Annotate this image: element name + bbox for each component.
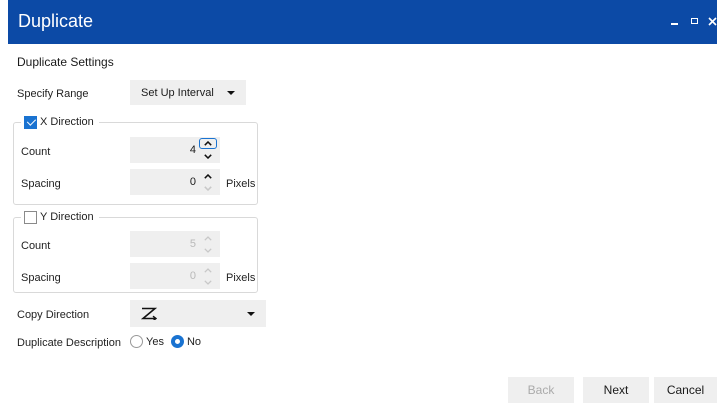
back-button[interactable]: Back [508,377,574,403]
chevron-down-icon [247,311,255,316]
chevron-up-icon[interactable] [201,171,215,181]
x-spacing-stepper[interactable]: 0 [130,169,220,195]
cancel-button[interactable]: Cancel [654,377,717,403]
x-count-stepper[interactable]: 4 [130,137,220,163]
chevron-up-icon[interactable] [201,265,215,275]
y-count-value: 5 [189,238,196,250]
chevron-up-icon[interactable] [201,233,215,243]
yes-radio[interactable] [130,335,143,348]
specify-range-label: Specify Range [17,88,89,100]
x-spacing-label: Spacing [21,178,61,190]
title-bar: Duplicate [8,0,717,44]
chevron-down-icon [227,90,235,95]
chevron-down-icon[interactable] [201,277,215,287]
duplicate-description-label: Duplicate Description [17,337,121,349]
y-direction-checkbox[interactable] [24,210,37,224]
maximize-icon[interactable] [688,14,700,28]
y-direction-label: Y Direction [40,211,94,223]
y-spacing-unit: Pixels [226,272,256,284]
x-direction-checkbox[interactable] [24,115,37,129]
y-direction-header: Y Direction [21,210,99,224]
copy-direction-label: Copy Direction [17,309,90,321]
chevron-down-icon[interactable] [201,183,215,193]
x-count-value: 4 [189,144,196,156]
next-button[interactable]: Next [583,377,649,403]
no-radio-label: No [186,335,202,348]
chevron-down-icon[interactable] [201,151,215,161]
chevron-down-icon[interactable] [201,245,215,255]
window-title: Duplicate [18,11,94,31]
z-pattern-icon [141,307,157,320]
y-spacing-value: 0 [189,270,196,282]
y-spacing-stepper[interactable]: 0 [130,263,220,289]
x-direction-header: X Direction [21,115,99,129]
x-count-label: Count [21,146,51,158]
yes-radio-label: Yes [146,335,164,348]
y-count-stepper[interactable]: 5 [130,231,220,257]
duplicate-description-options: Yes No [130,335,201,348]
y-spacing-label: Spacing [21,272,61,284]
copy-direction-dropdown[interactable] [130,300,266,327]
no-radio[interactable] [170,335,184,348]
chevron-up-icon[interactable] [199,138,217,149]
section-title: Duplicate Settings [17,55,114,69]
close-icon[interactable] [706,14,717,28]
specify-range-value: Set Up Interval [141,86,214,99]
y-count-label: Count [21,240,51,252]
x-direction-label: X Direction [40,116,94,128]
specify-range-dropdown[interactable]: Set Up Interval [130,80,246,105]
minimize-icon[interactable] [668,14,680,28]
x-spacing-value: 0 [189,176,196,188]
x-spacing-unit: Pixels [226,178,256,190]
